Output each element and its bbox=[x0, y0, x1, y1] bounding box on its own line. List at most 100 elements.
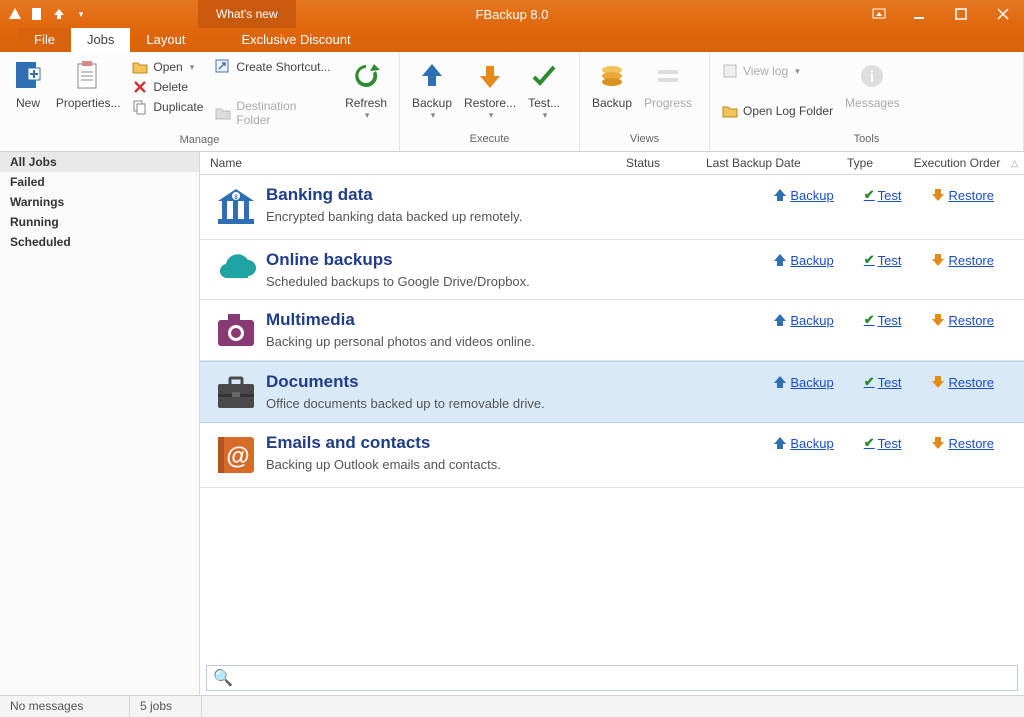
check-icon: ✔ bbox=[864, 374, 875, 390]
col-status[interactable]: Status bbox=[620, 154, 700, 172]
group-tools-label: Tools bbox=[710, 133, 1023, 151]
search-bar[interactable]: 🔍 bbox=[206, 665, 1018, 691]
job-actions: Backup ✔Test Restore bbox=[650, 185, 1018, 203]
tab-jobs[interactable]: Jobs bbox=[71, 28, 130, 52]
job-row[interactable]: DocumentsOffice documents backed up to r… bbox=[200, 361, 1024, 423]
duplicate-button[interactable]: Duplicate bbox=[130, 98, 205, 116]
view-log-button[interactable]: View log▾ bbox=[720, 62, 835, 80]
test-button[interactable]: Test...▾ bbox=[522, 56, 566, 123]
destination-folder-button[interactable]: Destination Folder bbox=[213, 98, 335, 128]
open-button[interactable]: Open▾ bbox=[130, 58, 205, 76]
ribbon-options-icon[interactable] bbox=[860, 0, 898, 28]
info-icon: i bbox=[856, 60, 888, 92]
delete-label: Delete bbox=[153, 80, 188, 94]
restore-arrow-down-icon bbox=[474, 60, 506, 92]
progress-button[interactable]: Progress bbox=[638, 56, 698, 112]
job-actions: Backup ✔Test Restore bbox=[650, 372, 1018, 390]
column-headers: Name Status Last Backup Date Type Execut… bbox=[200, 152, 1024, 175]
whats-new-button[interactable]: What's new bbox=[198, 0, 296, 28]
qat-upload-icon[interactable] bbox=[50, 5, 68, 23]
stack-icon bbox=[596, 60, 628, 92]
new-button[interactable]: New bbox=[6, 56, 50, 112]
job-restore-link[interactable]: Restore bbox=[931, 312, 994, 328]
job-restore-link[interactable]: Restore bbox=[931, 435, 994, 451]
spacer bbox=[720, 82, 835, 100]
col-last-backup[interactable]: Last Backup Date bbox=[700, 154, 830, 172]
sidebar-item-failed[interactable]: Failed bbox=[0, 172, 199, 192]
job-backup-link[interactable]: Backup bbox=[773, 374, 833, 390]
job-test-link[interactable]: ✔Test bbox=[864, 374, 902, 390]
job-backup-link[interactable]: Backup bbox=[773, 435, 833, 451]
job-test-link[interactable]: ✔Test bbox=[864, 435, 902, 451]
refresh-icon bbox=[350, 60, 382, 92]
job-test-link[interactable]: ✔Test bbox=[864, 312, 902, 328]
refresh-button[interactable]: Refresh ▾ bbox=[339, 56, 393, 123]
col-execution-order[interactable]: Execution Order△ bbox=[890, 154, 1024, 172]
refresh-label: Refresh bbox=[345, 96, 387, 110]
backup-button[interactable]: Backup▾ bbox=[406, 56, 458, 123]
check-icon: ✔ bbox=[864, 187, 875, 203]
chevron-down-icon[interactable]: ▾ bbox=[365, 110, 370, 121]
sidebar-item-scheduled[interactable]: Scheduled bbox=[0, 232, 199, 252]
job-text: MultimediaBacking up personal photos and… bbox=[266, 310, 650, 349]
check-icon: ✔ bbox=[864, 435, 875, 451]
col-name[interactable]: Name bbox=[200, 154, 620, 172]
job-restore-link[interactable]: Restore bbox=[931, 252, 994, 268]
tab-layout[interactable]: Layout bbox=[130, 28, 201, 52]
maximize-button[interactable] bbox=[940, 0, 982, 28]
status-messages: No messages bbox=[0, 696, 130, 717]
open-log-folder-button[interactable]: Open Log Folder bbox=[720, 102, 835, 120]
search-input[interactable] bbox=[239, 671, 1011, 686]
sidebar-item-running[interactable]: Running bbox=[0, 212, 199, 232]
titlebar: ▾ What's new FBackup 8.0 bbox=[0, 0, 1024, 28]
open-log-folder-label: Open Log Folder bbox=[743, 104, 833, 118]
job-description: Scheduled backups to Google Drive/Dropbo… bbox=[266, 274, 650, 289]
create-shortcut-label: Create Shortcut... bbox=[236, 60, 330, 74]
job-text: Online backupsScheduled backups to Googl… bbox=[266, 250, 650, 289]
job-restore-link[interactable]: Restore bbox=[931, 374, 994, 390]
chevron-down-icon[interactable]: ▾ bbox=[431, 110, 436, 121]
delete-button[interactable]: Delete bbox=[130, 78, 205, 96]
quick-access-toolbar: ▾ bbox=[0, 5, 96, 23]
sidebar-item-warnings[interactable]: Warnings bbox=[0, 192, 199, 212]
job-backup-link[interactable]: Backup bbox=[773, 187, 833, 203]
job-row[interactable]: @Emails and contactsBacking up Outlook e… bbox=[200, 423, 1024, 488]
create-shortcut-button[interactable]: Create Shortcut... bbox=[213, 58, 335, 76]
job-row[interactable]: Online backupsScheduled backups to Googl… bbox=[200, 240, 1024, 300]
col-execution-order-label: Execution Order bbox=[914, 156, 1001, 170]
job-test-link[interactable]: ✔Test bbox=[864, 187, 902, 203]
tab-file[interactable]: File bbox=[18, 28, 71, 52]
job-icon-camera bbox=[206, 310, 266, 350]
qat-app-icon[interactable] bbox=[6, 5, 24, 23]
job-title: Documents bbox=[266, 372, 650, 392]
job-row[interactable]: $Banking dataEncrypted banking data back… bbox=[200, 175, 1024, 240]
job-restore-link[interactable]: Restore bbox=[931, 187, 994, 203]
ribbon-tabs: File Jobs Layout Exclusive Discount bbox=[0, 28, 1024, 52]
close-button[interactable] bbox=[982, 0, 1024, 28]
restore-label: Restore... bbox=[464, 96, 516, 110]
backup-view-button[interactable]: Backup bbox=[586, 56, 638, 112]
chevron-down-icon[interactable]: ▾ bbox=[543, 110, 548, 121]
chevron-down-icon[interactable]: ▾ bbox=[489, 110, 494, 121]
group-execute-label: Execute bbox=[400, 133, 579, 151]
job-backup-link[interactable]: Backup bbox=[773, 312, 833, 328]
properties-button[interactable]: Properties... bbox=[50, 56, 126, 112]
ribbon: New Properties... Open▾ Delete Duplicate… bbox=[0, 52, 1024, 152]
col-type[interactable]: Type bbox=[830, 154, 890, 172]
chevron-down-icon: ▾ bbox=[190, 62, 195, 73]
properties-label: Properties... bbox=[56, 96, 121, 110]
sidebar-item-all-jobs[interactable]: All Jobs bbox=[0, 152, 199, 172]
job-row[interactable]: MultimediaBacking up personal photos and… bbox=[200, 300, 1024, 361]
shortcut-icon bbox=[215, 59, 231, 75]
job-backup-link[interactable]: Backup bbox=[773, 252, 833, 268]
minimize-button[interactable] bbox=[898, 0, 940, 28]
messages-button[interactable]: i Messages bbox=[839, 56, 906, 112]
restore-button[interactable]: Restore...▾ bbox=[458, 56, 522, 123]
job-test-link[interactable]: ✔Test bbox=[864, 252, 902, 268]
qat-dropdown-icon[interactable]: ▾ bbox=[72, 5, 90, 23]
qat-new-icon[interactable] bbox=[28, 5, 46, 23]
tab-exclusive-discount[interactable]: Exclusive Discount bbox=[225, 28, 366, 52]
folder-open-icon bbox=[132, 59, 148, 75]
job-description: Encrypted banking data backed up remotel… bbox=[266, 209, 650, 224]
group-views-label: Views bbox=[580, 133, 709, 151]
